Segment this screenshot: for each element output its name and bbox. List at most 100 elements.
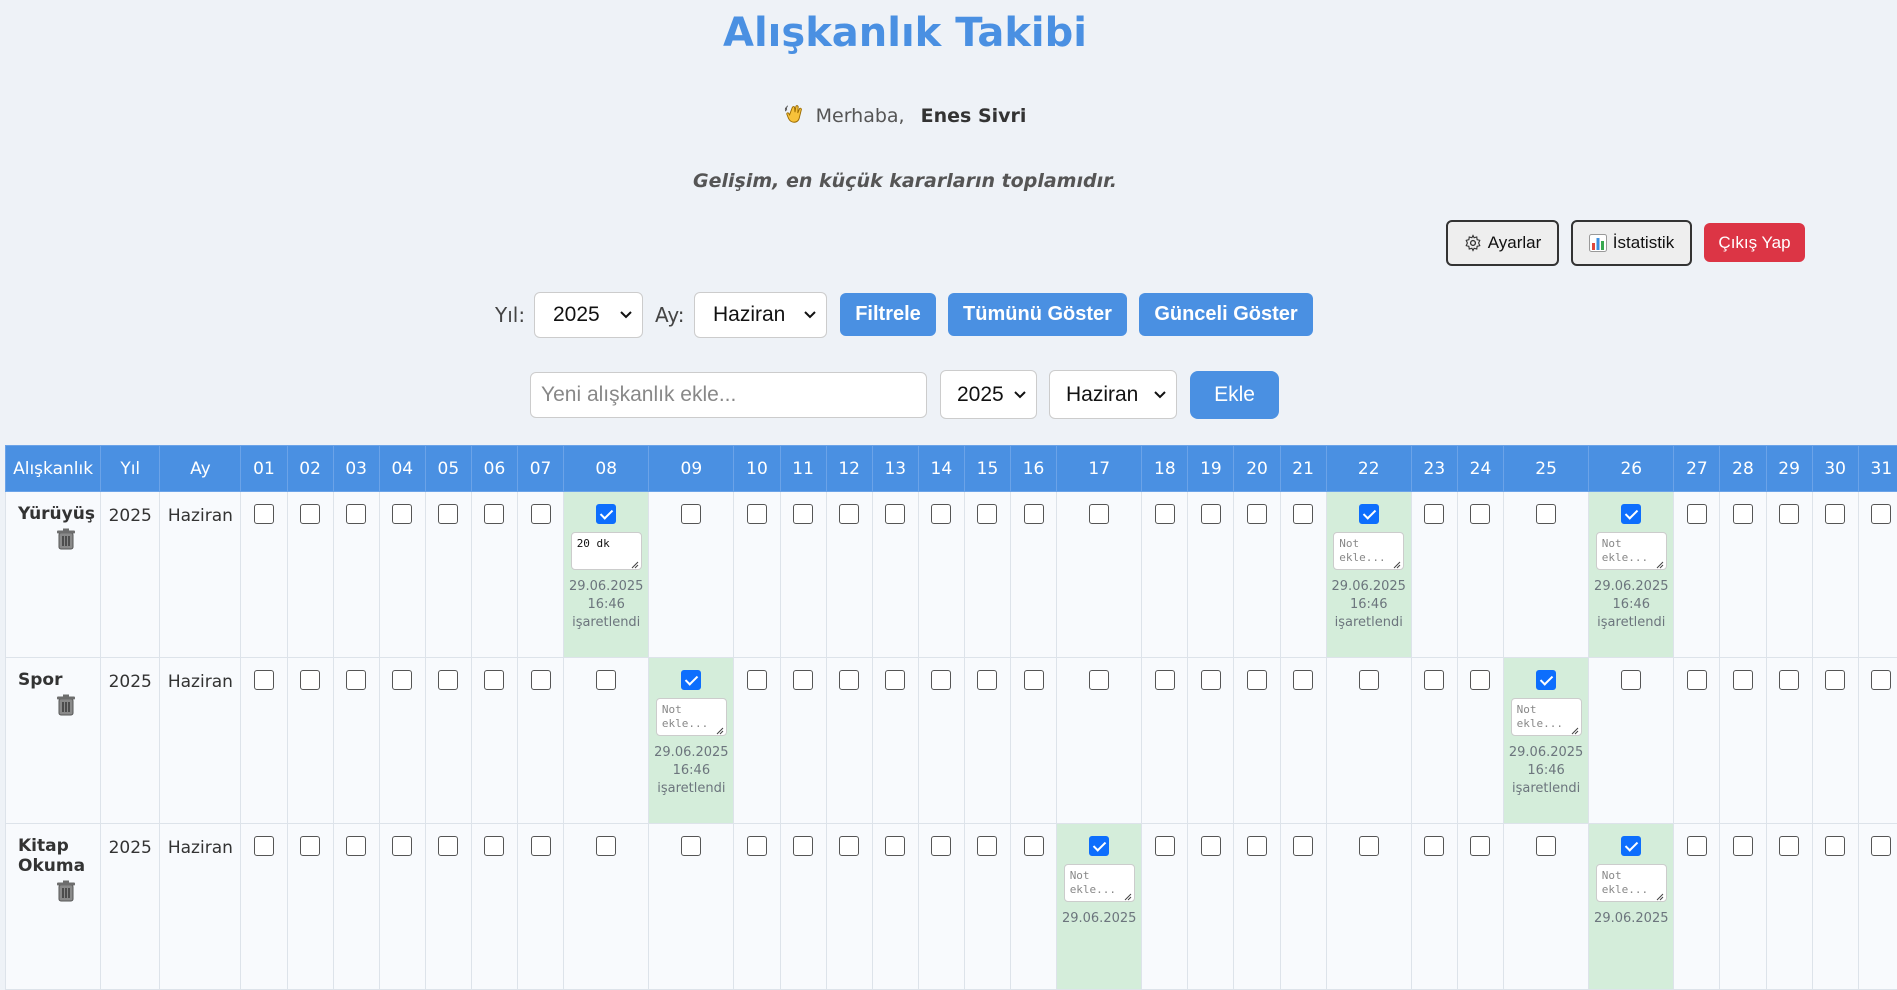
day-checkbox[interactable] [1733,670,1753,690]
day-checkbox[interactable] [1024,836,1044,856]
logout-button[interactable]: Çıkış Yap [1704,223,1805,262]
new-habit-month-select[interactable]: Haziran [1049,370,1177,419]
day-checkbox[interactable] [977,504,997,524]
day-checkbox[interactable] [1359,836,1379,856]
filter-button[interactable]: Filtrele [840,293,936,336]
day-checkbox[interactable] [1293,670,1313,690]
day-checkbox[interactable] [839,504,859,524]
note-textarea[interactable]: Not ekle... [1511,698,1582,736]
day-checkbox[interactable] [254,670,274,690]
day-checkbox[interactable] [484,670,504,690]
trash-icon[interactable] [56,528,76,550]
day-checkbox[interactable] [681,504,701,524]
day-checkbox[interactable] [1825,504,1845,524]
day-checkbox[interactable] [1825,836,1845,856]
day-checkbox[interactable] [1687,836,1707,856]
day-checkbox[interactable] [839,670,859,690]
day-checkbox[interactable] [1024,670,1044,690]
day-checkbox[interactable] [1871,670,1891,690]
show-current-button[interactable]: Günceli Göster [1139,293,1313,336]
day-checkbox[interactable] [747,670,767,690]
day-checkbox[interactable] [1621,504,1641,524]
note-textarea[interactable]: 20 dk [571,532,642,570]
day-checkbox[interactable] [977,670,997,690]
day-checkbox[interactable] [1621,670,1641,690]
day-checkbox[interactable] [392,504,412,524]
day-checkbox[interactable] [1089,670,1109,690]
day-checkbox[interactable] [839,836,859,856]
day-checkbox[interactable] [885,836,905,856]
day-checkbox[interactable] [1470,504,1490,524]
resize-handle-icon[interactable] [1656,891,1664,899]
day-checkbox[interactable] [793,504,813,524]
day-checkbox[interactable] [346,670,366,690]
day-checkbox[interactable] [681,670,701,690]
day-checkbox[interactable] [531,836,551,856]
day-checkbox[interactable] [346,836,366,856]
day-checkbox[interactable] [254,504,274,524]
settings-button[interactable]: Ayarlar [1446,220,1559,266]
day-checkbox[interactable] [1779,836,1799,856]
day-checkbox[interactable] [1687,504,1707,524]
day-checkbox[interactable] [300,670,320,690]
day-checkbox[interactable] [596,504,616,524]
day-checkbox[interactable] [484,504,504,524]
day-checkbox[interactable] [747,836,767,856]
day-checkbox[interactable] [392,670,412,690]
add-habit-button[interactable]: Ekle [1190,371,1279,419]
day-checkbox[interactable] [1155,670,1175,690]
day-checkbox[interactable] [438,670,458,690]
day-checkbox[interactable] [1470,670,1490,690]
day-checkbox[interactable] [1424,670,1444,690]
note-textarea[interactable]: Not ekle... [1596,532,1667,570]
day-checkbox[interactable] [596,670,616,690]
day-checkbox[interactable] [1089,836,1109,856]
day-checkbox[interactable] [1201,836,1221,856]
year-filter-select[interactable]: 2025 [534,292,643,338]
note-textarea[interactable]: Not ekle... [656,698,727,736]
day-checkbox[interactable] [1155,504,1175,524]
day-checkbox[interactable] [1155,836,1175,856]
day-checkbox[interactable] [1470,836,1490,856]
day-checkbox[interactable] [885,670,905,690]
day-checkbox[interactable] [931,670,951,690]
day-checkbox[interactable] [1247,670,1267,690]
day-checkbox[interactable] [885,504,905,524]
day-checkbox[interactable] [596,836,616,856]
day-checkbox[interactable] [346,504,366,524]
day-checkbox[interactable] [438,836,458,856]
day-checkbox[interactable] [300,836,320,856]
day-checkbox[interactable] [1733,504,1753,524]
day-checkbox[interactable] [484,836,504,856]
note-textarea[interactable]: Not ekle... [1596,864,1667,902]
resize-handle-icon[interactable] [1124,891,1132,899]
day-checkbox[interactable] [1089,504,1109,524]
note-textarea[interactable]: Not ekle... [1064,864,1135,902]
day-checkbox[interactable] [793,670,813,690]
day-checkbox[interactable] [1424,836,1444,856]
day-checkbox[interactable] [438,504,458,524]
month-filter-select[interactable]: Haziran [694,292,827,338]
day-checkbox[interactable] [392,836,412,856]
day-checkbox[interactable] [1247,836,1267,856]
day-checkbox[interactable] [1536,504,1556,524]
day-checkbox[interactable] [1779,670,1799,690]
day-checkbox[interactable] [1536,670,1556,690]
day-checkbox[interactable] [1621,836,1641,856]
trash-icon[interactable] [56,880,76,902]
day-checkbox[interactable] [1293,504,1313,524]
new-habit-input[interactable]: Yeni alışkanlık ekle... [530,372,927,418]
day-checkbox[interactable] [747,504,767,524]
resize-handle-icon[interactable] [631,559,639,567]
day-checkbox[interactable] [531,504,551,524]
day-checkbox[interactable] [1359,670,1379,690]
resize-handle-icon[interactable] [1571,725,1579,733]
day-checkbox[interactable] [1825,670,1845,690]
day-checkbox[interactable] [1871,836,1891,856]
note-textarea[interactable]: Not ekle... [1333,532,1404,570]
day-checkbox[interactable] [1201,670,1221,690]
day-checkbox[interactable] [1687,670,1707,690]
day-checkbox[interactable] [1293,836,1313,856]
statistics-button[interactable]: İstatistik [1571,220,1692,266]
day-checkbox[interactable] [931,504,951,524]
